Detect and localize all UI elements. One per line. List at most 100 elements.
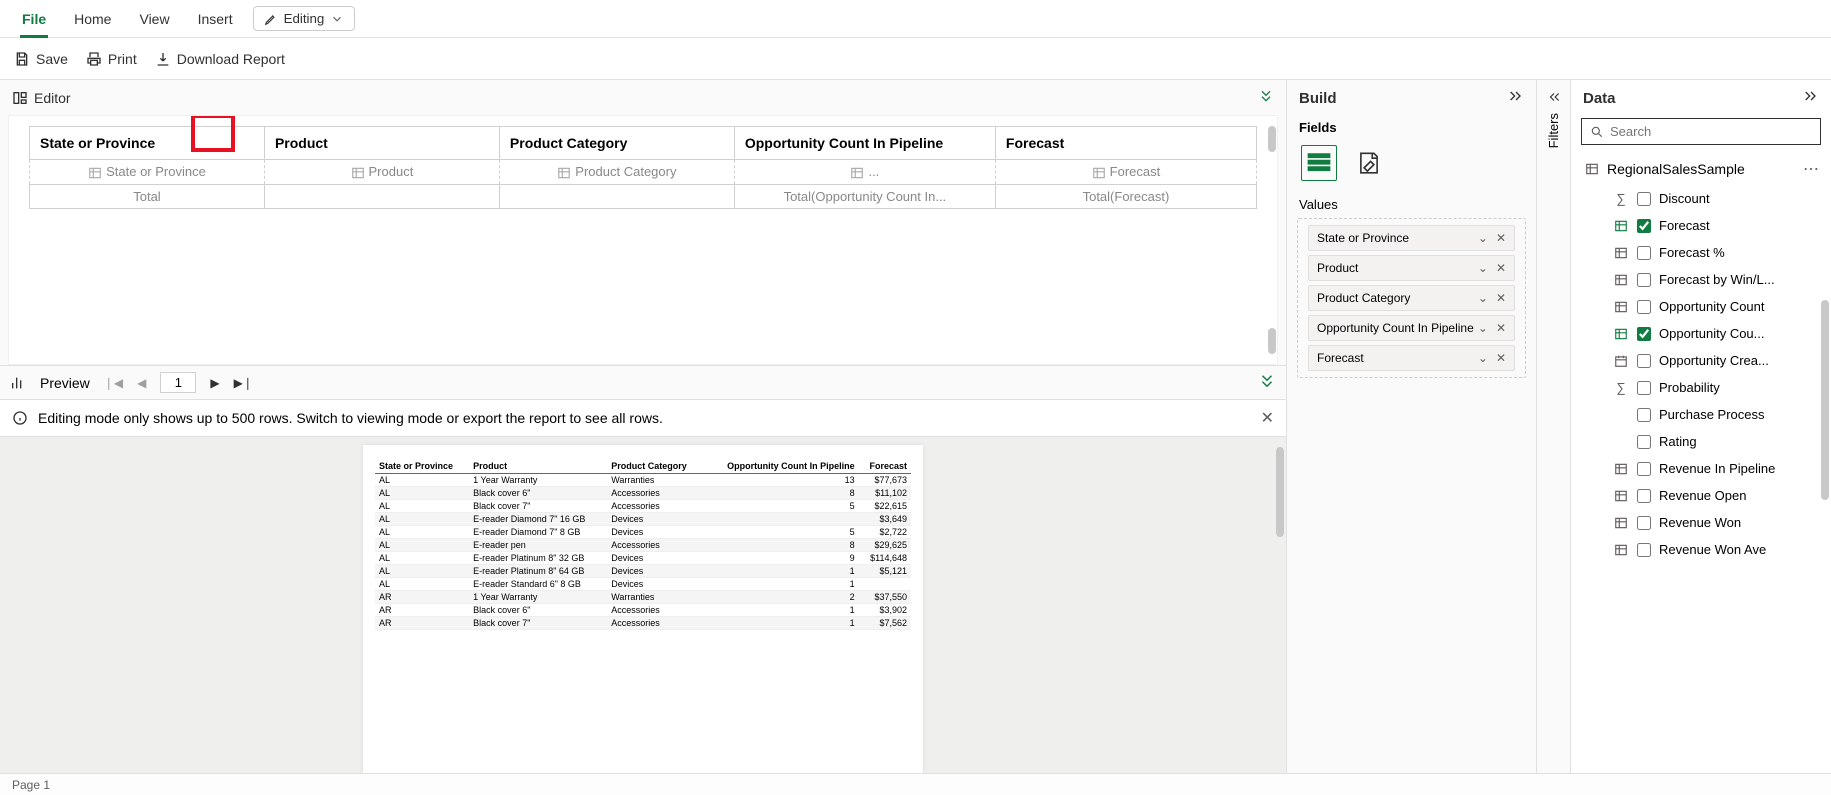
data-field-row[interactable]: Revenue Won Ave <box>1611 536 1823 563</box>
expand-filters-icon[interactable] <box>1547 90 1561 107</box>
remove-field-icon[interactable]: ✕ <box>1496 291 1506 305</box>
build-pane: Build Fields Values State or Province⌄✕P… <box>1287 80 1537 773</box>
close-banner-icon[interactable]: ✕ <box>1261 408 1274 428</box>
total-cell <box>264 184 499 208</box>
tab-insert[interactable]: Insert <box>184 5 247 33</box>
page-number-input[interactable] <box>160 372 196 393</box>
field-pill[interactable]: Product Category⌄✕ <box>1308 285 1515 311</box>
format-viz-icon[interactable] <box>1351 145 1387 181</box>
data-pane: Data RegionalSalesSample ⋯ ∑DiscountFore… <box>1571 80 1831 773</box>
data-field-row[interactable]: Opportunity Crea... <box>1611 347 1823 374</box>
table-viz-icon[interactable] <box>1301 145 1337 181</box>
field-checkbox[interactable] <box>1637 381 1651 395</box>
field-checkbox[interactable] <box>1637 516 1651 530</box>
data-field-row[interactable]: ∑Probability <box>1611 374 1823 401</box>
collapse-build-icon[interactable] <box>1508 88 1524 108</box>
data-scrollbar[interactable] <box>1821 300 1829 500</box>
preview-header: Preview ❘◀ ◀ ▶ ▶❘ <box>0 365 1286 399</box>
col-header[interactable]: State or Province <box>30 127 265 160</box>
remove-field-icon[interactable]: ✕ <box>1496 231 1506 245</box>
field-checkbox[interactable] <box>1637 543 1651 557</box>
field-checkbox[interactable] <box>1637 408 1651 422</box>
field-pill[interactable]: Forecast⌄✕ <box>1308 345 1515 371</box>
preview-title: Preview <box>40 375 90 391</box>
data-field-row[interactable]: Forecast by Win/L... <box>1611 266 1823 293</box>
data-field-row[interactable]: Opportunity Cou... <box>1611 320 1823 347</box>
col-header[interactable]: Product Category <box>499 127 734 160</box>
tab-home[interactable]: Home <box>60 5 125 33</box>
footer: Page 1 <box>0 773 1831 795</box>
col-header[interactable]: Forecast <box>995 127 1256 160</box>
placeholder-cell[interactable]: Forecast <box>995 160 1256 185</box>
field-checkbox[interactable] <box>1637 489 1651 503</box>
field-checkbox[interactable] <box>1637 354 1651 368</box>
remove-field-icon[interactable]: ✕ <box>1496 321 1506 335</box>
placeholder-cell[interactable]: ... <box>734 160 995 185</box>
editor-scrollbar[interactable] <box>1267 126 1277 354</box>
data-field-row[interactable]: Forecast % <box>1611 239 1823 266</box>
collapse-editor-icon[interactable] <box>1258 88 1274 107</box>
field-checkbox[interactable] <box>1637 273 1651 287</box>
field-name: Revenue In Pipeline <box>1659 461 1775 476</box>
data-field-row[interactable]: Rating <box>1611 428 1823 455</box>
collapse-preview-icon[interactable] <box>1258 372 1276 393</box>
print-button[interactable]: Print <box>86 51 137 67</box>
download-button[interactable]: Download Report <box>155 51 285 67</box>
data-field-row[interactable]: Revenue Won <box>1611 509 1823 536</box>
filters-label[interactable]: Filters <box>1546 113 1561 148</box>
data-field-row[interactable]: Purchase Process <box>1611 401 1823 428</box>
filters-pane: Filters <box>1537 80 1571 773</box>
field-checkbox[interactable] <box>1637 300 1651 314</box>
preview-scrollbar[interactable] <box>1276 447 1284 537</box>
editing-mode-button[interactable]: Editing <box>253 6 356 31</box>
chevron-down-icon[interactable]: ⌄ <box>1478 231 1488 245</box>
nav-last-icon[interactable]: ▶❘ <box>234 376 253 390</box>
tab-file[interactable]: File <box>8 5 60 33</box>
collapse-data-icon[interactable] <box>1803 88 1819 108</box>
field-checkbox[interactable] <box>1637 327 1651 341</box>
nav-prev-icon[interactable]: ◀ <box>137 376 146 390</box>
chevron-down-icon[interactable]: ⌄ <box>1478 351 1488 365</box>
layout-table: State or ProvinceProductProduct Category… <box>29 126 1257 209</box>
remove-field-icon[interactable]: ✕ <box>1496 351 1506 365</box>
field-pill[interactable]: Opportunity Count In Pipeline⌄✕ <box>1308 315 1515 341</box>
placeholder-cell[interactable]: State or Province <box>30 160 265 185</box>
chevron-down-icon[interactable]: ⌄ <box>1478 321 1488 335</box>
editor-canvas[interactable]: State or ProvinceProductProduct Category… <box>8 115 1278 365</box>
placeholder-cell[interactable]: Product Category <box>499 160 734 185</box>
field-checkbox[interactable] <box>1637 462 1651 476</box>
chevron-down-icon[interactable]: ⌄ <box>1478 291 1488 305</box>
search-input[interactable] <box>1610 124 1812 139</box>
main-area: Editor State or ProvinceProductProduct C… <box>0 80 1831 773</box>
data-field-row[interactable]: ∑Discount <box>1611 185 1823 212</box>
save-button[interactable]: Save <box>14 51 68 67</box>
col-header[interactable]: Product <box>264 127 499 160</box>
tab-view[interactable]: View <box>125 5 183 33</box>
preview-row: ALE-reader penAccessories8$29,625 <box>375 539 911 552</box>
field-checkbox[interactable] <box>1637 192 1651 206</box>
field-name: Opportunity Count <box>1659 299 1765 314</box>
field-pill[interactable]: Product⌄✕ <box>1308 255 1515 281</box>
more-options-icon[interactable]: ⋯ <box>1803 159 1821 179</box>
preview-row: ALE-reader Diamond 7" 16 GBDevices$3,649 <box>375 513 911 526</box>
col-header[interactable]: Opportunity Count In Pipeline <box>734 127 995 160</box>
field-checkbox[interactable] <box>1637 435 1651 449</box>
field-name: Forecast <box>1659 218 1710 233</box>
data-field-row[interactable]: Forecast <box>1611 212 1823 239</box>
data-field-row[interactable]: Revenue Open <box>1611 482 1823 509</box>
field-checkbox[interactable] <box>1637 246 1651 260</box>
save-icon <box>14 51 30 67</box>
data-field-row[interactable]: Opportunity Count <box>1611 293 1823 320</box>
field-well[interactable]: State or Province⌄✕Product⌄✕Product Cate… <box>1297 218 1526 378</box>
nav-next-icon[interactable]: ▶ <box>210 376 219 390</box>
remove-field-icon[interactable]: ✕ <box>1496 261 1506 275</box>
nav-first-icon[interactable]: ❘◀ <box>104 376 123 390</box>
search-box[interactable] <box>1581 118 1821 145</box>
field-pill[interactable]: State or Province⌄✕ <box>1308 225 1515 251</box>
placeholder-cell[interactable]: Product <box>264 160 499 185</box>
chevron-down-icon[interactable]: ⌄ <box>1478 261 1488 275</box>
data-field-row[interactable]: Revenue In Pipeline <box>1611 455 1823 482</box>
editor-header: Editor <box>0 80 1286 115</box>
field-checkbox[interactable] <box>1637 219 1651 233</box>
dataset-row[interactable]: RegionalSalesSample ⋯ <box>1571 153 1831 185</box>
